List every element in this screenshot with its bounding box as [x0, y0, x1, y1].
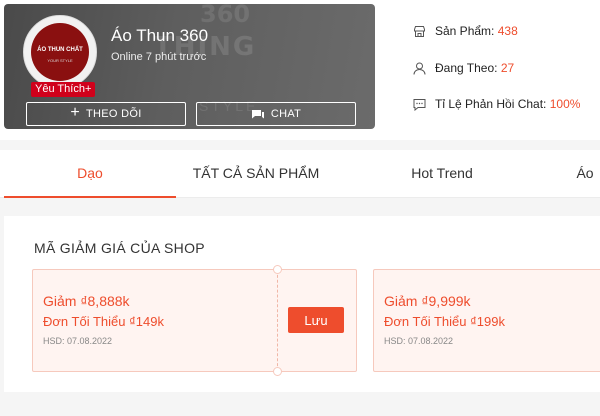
tab-hot-trend[interactable]: Hot Trend [376, 150, 508, 198]
shop-header: 360 THING STYLE ÁO THUN CHẤT YOUR STYLE … [0, 0, 600, 140]
plus-icon: + [70, 104, 81, 121]
voucher-section-title: MÃ GIẢM GIÁ CỦA SHOP [34, 240, 205, 256]
stat-value: 27 [500, 61, 515, 75]
voucher-expiry: HSD: 07.08.2022 [384, 336, 454, 346]
stat-products: Sản Phẩm: 438 [413, 24, 518, 38]
tab-all-products[interactable]: TẤT CẢ SẢN PHẨM [176, 150, 336, 198]
voucher-card: Giảm ₫8,888k Đơn Tối Thiểu ₫149k HSD: 07… [32, 265, 357, 376]
stat-label: Tỉ Lệ Phản Hồi Chat: [435, 97, 547, 111]
stat-following: Đang Theo: 27 [413, 61, 514, 75]
store-icon [414, 25, 425, 37]
chat-label: CHAT [270, 108, 302, 120]
avatar-logo-sub: YOUR STYLE [47, 58, 73, 63]
voucher-min-order: Đơn Tối Thiểu ₫199k [384, 314, 505, 329]
stat-label: Đang Theo: [435, 61, 498, 75]
voucher-expiry: HSD: 07.08.2022 [43, 336, 113, 346]
follow-button[interactable]: + THEO DÕI [26, 102, 186, 126]
follow-label: THEO DÕI [86, 108, 142, 120]
banner-bg-text: 360 [200, 4, 251, 28]
tab-browse[interactable]: Dạo [4, 150, 176, 198]
user-icon [413, 62, 426, 75]
shop-banner: 360 THING STYLE ÁO THUN CHẤT YOUR STYLE … [4, 4, 375, 129]
favorite-badge: Yêu Thích+ [31, 82, 96, 97]
voucher-amount: Giảm ₫8,888k [43, 293, 130, 309]
chat-button[interactable]: CHAT [196, 102, 356, 126]
shop-tabs: Dạo TẤT CẢ SẢN PHẨM Hot Trend Áo [0, 150, 600, 198]
voucher-notch [273, 367, 282, 376]
voucher-notch [273, 265, 282, 274]
chat-icon [251, 109, 264, 118]
shop-avatar[interactable]: ÁO THUN CHẤT YOUR STYLE [23, 15, 97, 89]
online-status: Online 7 phút trước [111, 51, 207, 63]
avatar-logo-text: ÁO THUN CHẤT [37, 47, 83, 53]
voucher-amount: Giảm ₫9,999k [384, 293, 471, 309]
shop-name: Áo Thun 360 [111, 26, 209, 45]
stat-response-rate: Tỉ Lệ Phản Hồi Chat: 100% [413, 97, 580, 111]
voucher-min-order: Đơn Tối Thiểu ₫149k [43, 314, 164, 329]
save-voucher-button[interactable]: Lưu [288, 307, 344, 333]
voucher-section: MÃ GIẢM GIÁ CỦA SHOP Giảm ₫8,888k Đơn Tố… [4, 216, 600, 392]
stat-value: 100% [549, 97, 581, 111]
stat-value: 438 [497, 24, 518, 38]
voucher-divider [277, 270, 278, 371]
voucher-card: Giảm ₫9,999k Đơn Tối Thiểu ₫199k HSD: 07… [373, 269, 600, 372]
stat-label: Sản Phẩm: [435, 24, 495, 38]
chat-bubble-icon [413, 98, 426, 111]
tab-shirts[interactable]: Áo [560, 150, 600, 198]
